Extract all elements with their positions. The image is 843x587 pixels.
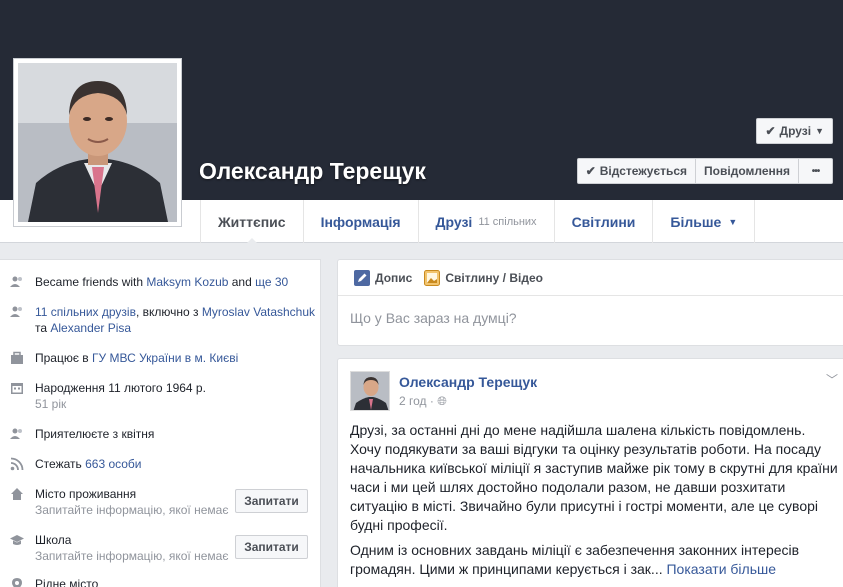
post-text: Друзі, за останні дні до мене надійшла ш… [350,421,840,579]
status-input[interactable]: Що у Вас зараз на думці? [338,296,843,340]
tab-more-label: Більше [670,213,722,230]
friends-since-text: Приятелюєте з квітня [35,427,155,441]
following-button-label: Відстежується [599,164,688,178]
post-author-avatar[interactable] [350,371,390,411]
work-text: Працює в [35,351,93,365]
profile-photo-image [18,63,177,222]
tab-about-label: Інформація [320,213,401,230]
composer-tab-photo-label: Світлину / Відео [445,270,543,285]
post-time-text: 2 год [399,394,427,408]
tab-timeline[interactable]: Життєпис [200,200,304,244]
mutual-friends-row: 11 спільних друзів, включно з Myroslav V… [0,304,320,336]
age-text: 51 рік [35,397,67,411]
workplace-link[interactable]: ГУ МВС України в м. Києві [92,351,238,365]
friends-icon [10,276,22,287]
post-author-name[interactable]: Олександр Терещук [399,374,537,390]
followers-text: Стежать [35,457,86,471]
post-paragraph: Одним із основних завдань міліції є забе… [350,541,840,579]
profile-actions: ✔ Відстежується Повідомлення ••• [576,158,833,184]
friend-link[interactable]: Maksym Kozub [146,275,228,289]
globe-icon: 🌐︎ [437,394,447,408]
rss-icon [10,457,24,471]
recent-friends-and: and [228,275,256,289]
mutual-friends-link[interactable]: 11 спільних друзів [35,305,136,319]
composer-tabs: Допис Світлину / Відео [338,260,843,296]
ask-school-button[interactable]: Запитати [235,535,308,559]
tab-photos-label: Світлини [571,213,636,230]
friends-button-label: Друзі [779,124,812,138]
more-options-button[interactable]: ••• [799,158,833,184]
see-more-link[interactable]: Показати більше [666,561,776,577]
recent-friends-text: Became friends with [35,275,147,289]
composer-tab-post-label: Допис [375,270,413,285]
tab-friends[interactable]: Друзі 11 спільних [419,200,555,243]
location-pin-icon [12,578,22,587]
timeline-post: Олександр Терещук 2 год · 🌐︎ ﹀ Друзі, за… [337,358,843,587]
birthday-row: Народження 11 лютого 1964 р. 51 рік [0,380,320,412]
friends-button[interactable]: ✔ Друзі ▼ [756,118,833,144]
intro-sidebar: Became friends with Maksym Kozub and ще … [0,259,321,587]
avatar-image [351,372,389,410]
check-icon: ✔ [585,164,596,178]
profile-picture[interactable] [13,58,182,227]
post-paragraph: Друзі, за останні дні до мене надійшла ш… [350,422,838,533]
home-icon [11,488,23,500]
chevron-down-icon[interactable]: ﹀ [826,371,838,388]
caret-down-icon: ▼ [815,126,824,136]
composer-tab-post[interactable]: Допис [354,269,413,286]
calendar-icon [11,383,23,394]
recent-friends-row: Became friends with Maksym Kozub and ще … [0,274,320,290]
composer-tab-photo[interactable]: Світлину / Відео [424,269,543,286]
tab-more[interactable]: Більше ▼ [653,200,756,243]
tab-friends-label: Друзі [435,213,473,230]
briefcase-icon [11,351,23,364]
birthday-text: Народження 11 лютого 1964 р. [35,381,206,395]
profile-name[interactable]: Олександр Терещук [199,158,426,185]
more-dots-icon: ••• [811,165,820,177]
mutual-friends-count: 11 спільних [478,215,537,228]
friends-since-row: Приятелюєте з квітня [0,426,320,442]
following-button[interactable]: ✔ Відстежується [576,158,697,184]
message-button[interactable]: Повідомлення [696,158,799,184]
hometown-row: Рідне місто [0,576,320,587]
followers-row: Стежать 663 особи [0,456,320,472]
photo-icon [424,269,441,286]
hometown-title: Рідне місто [35,577,99,587]
more-friends-link[interactable]: ще 30 [255,275,288,289]
tab-photos[interactable]: Світлини [555,200,654,243]
pencil-icon [354,269,370,286]
friends-icon [10,428,22,439]
friend-link[interactable]: Alexander Pisa [50,321,131,335]
followers-link[interactable]: 663 особи [85,457,141,471]
caret-down-icon: ▼ [728,216,738,227]
check-icon: ✔ [765,124,776,138]
post-timestamp[interactable]: 2 год · 🌐︎ [399,394,447,409]
message-button-label: Повідомлення [704,164,790,178]
ask-city-button[interactable]: Запитати [235,489,308,513]
tab-timeline-label: Життєпис [218,213,286,230]
tab-about[interactable]: Інформація [304,200,419,243]
work-row: Працює в ГУ МВС України в м. Києві [0,350,320,366]
mutual-friends-and: та [35,321,51,335]
graduation-cap-icon [10,535,24,545]
post-composer: Допис Світлину / Відео Що у Вас зараз на… [337,259,843,346]
friends-icon [10,306,22,317]
friend-link[interactable]: Myroslav Vatashchuk [202,305,315,319]
mutual-friends-text: , включно з [135,305,202,319]
